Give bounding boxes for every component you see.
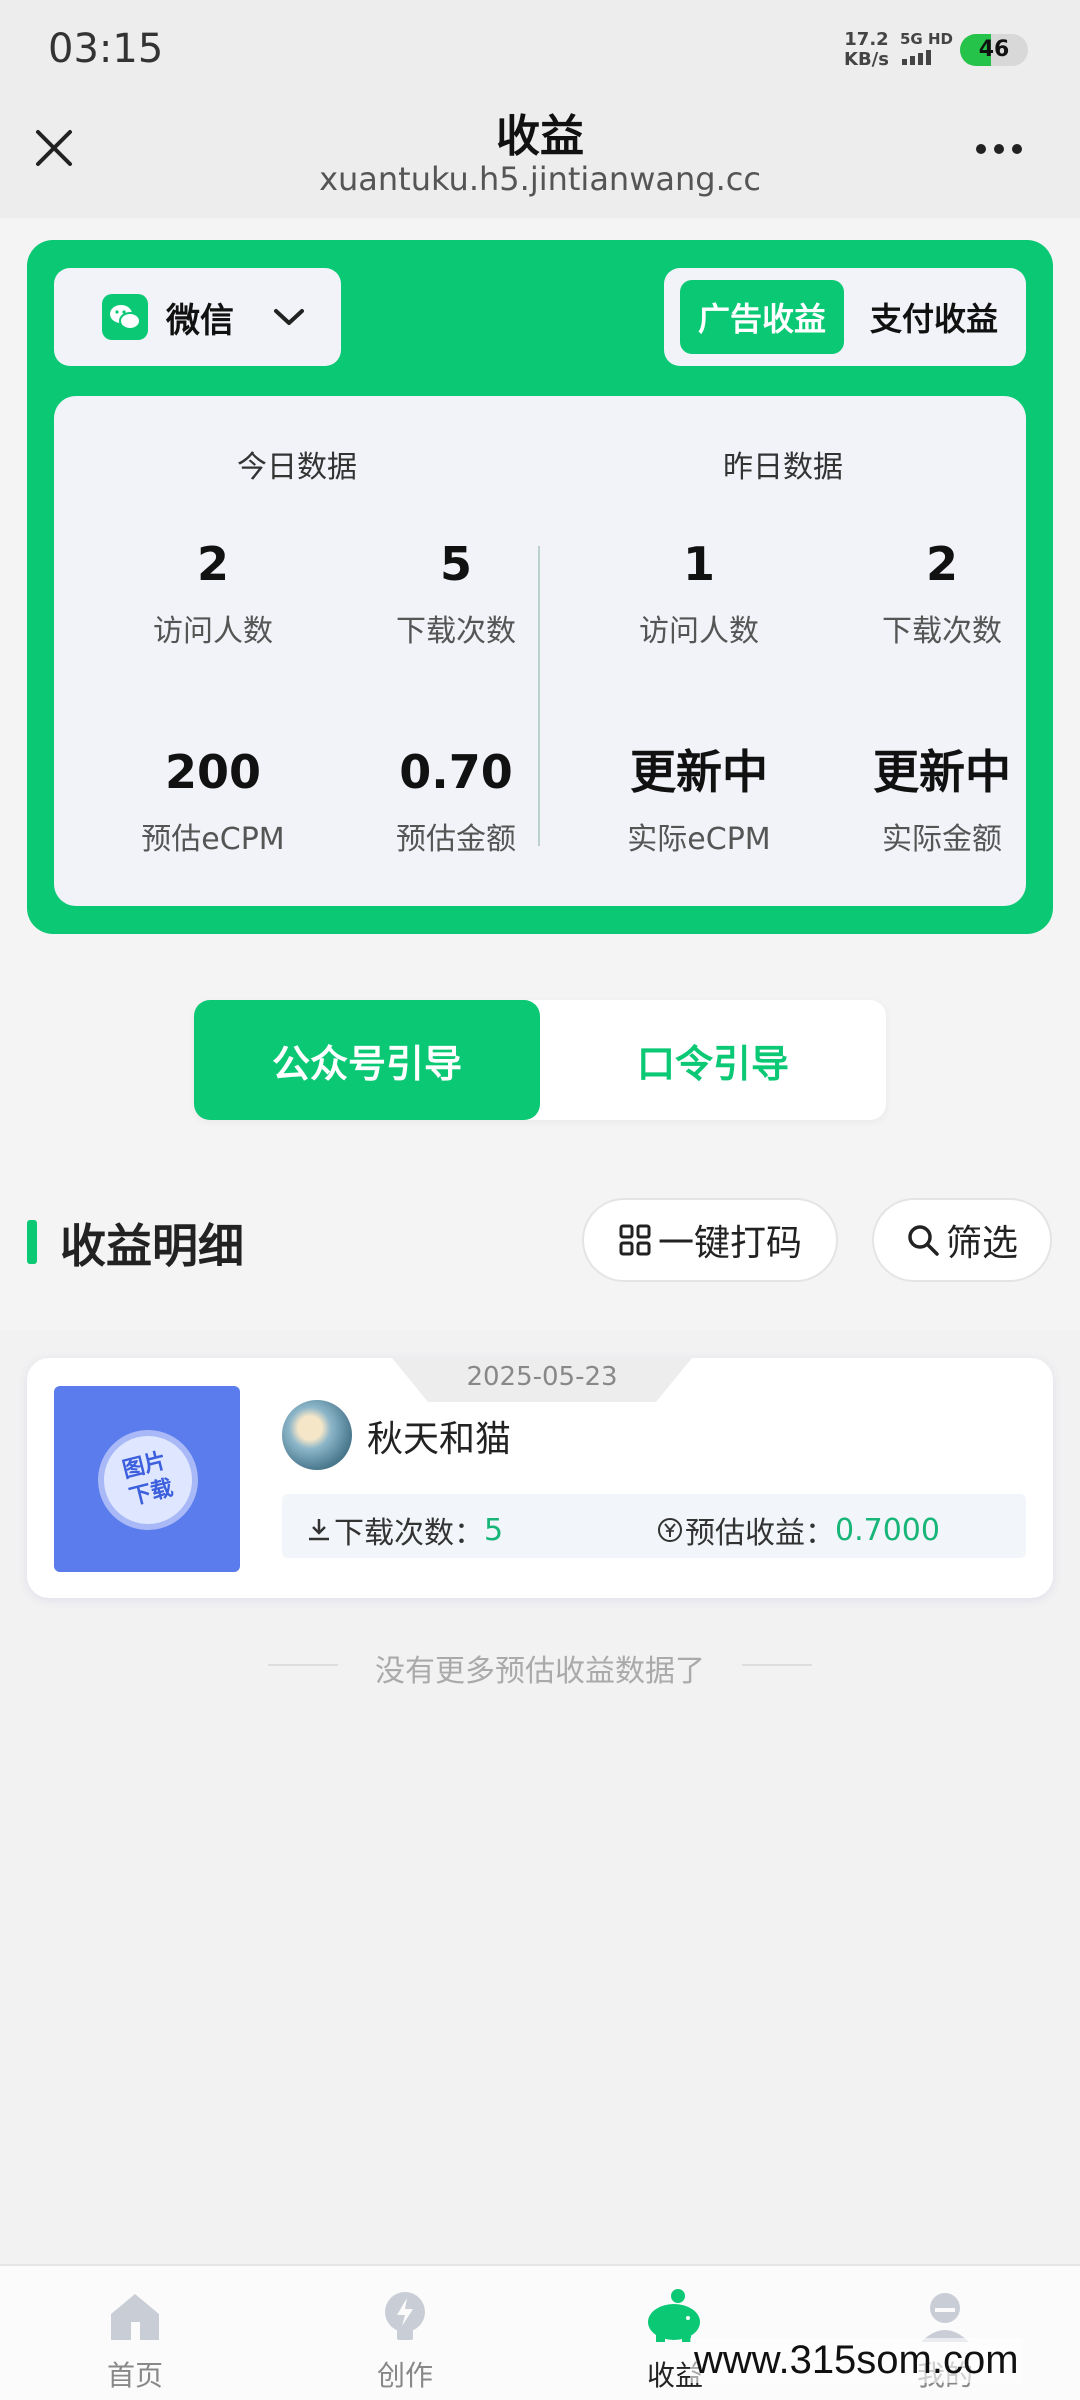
record-date: 2025-05-23: [466, 1362, 618, 1392]
page-header: 收益 xuantuku.h5.jintianwang.cc: [0, 100, 1080, 218]
yuan-icon: [658, 1518, 682, 1542]
status-time: 03:15: [48, 26, 164, 72]
yesterday-title: 昨日数据: [723, 450, 843, 485]
one-click-code-label: 一键打码: [657, 1223, 802, 1264]
page-url: xuantuku.h5.jintianwang.cc: [319, 160, 761, 198]
estimated-income: 预估收益： 0.7000: [655, 1508, 940, 1552]
page-title: 收益: [496, 111, 584, 162]
section-title: 收益明细: [60, 1219, 244, 1273]
search-icon: [908, 1225, 939, 1256]
today-ecpm: 200 预估eCPM: [141, 745, 285, 857]
grid-icon: [619, 1224, 651, 1256]
stats-panel: 微信 广告收益 支付收益 今日数据 昨日数据 2 访问人数 5 下载次数 1 访…: [27, 240, 1053, 934]
wechat-icon: [102, 294, 148, 340]
signal-bars-icon: [902, 50, 931, 65]
today-amount: 0.70 预估金额: [396, 745, 516, 857]
yesterday-downloads: 2 下载次数: [882, 537, 1002, 649]
platform-dropdown[interactable]: 微信: [54, 268, 341, 366]
watermark-text: www.315som.com: [690, 2338, 1023, 2383]
today-title: 今日数据: [237, 450, 357, 485]
bulb-icon: [385, 2292, 425, 2340]
piggy-bank-icon: [648, 2289, 700, 2342]
nav-home[interactable]: 首页: [75, 2288, 195, 2394]
image-download-badge: 图片 下载: [87, 1419, 209, 1541]
tab-password-guide[interactable]: 口令引导: [540, 1000, 886, 1120]
chevron-down-icon: [274, 309, 304, 325]
download-icon: [309, 1519, 329, 1541]
network-speed: 17.2 KB/s: [844, 29, 889, 70]
section-accent-bar: [27, 1220, 37, 1264]
battery-icon: 46: [960, 34, 1028, 66]
user-icon: [921, 2293, 969, 2342]
more-icon[interactable]: [976, 144, 1022, 154]
battery-level: 46: [978, 37, 1010, 62]
yesterday-visitors: 1 访问人数: [639, 537, 759, 649]
tab-official-account-guide[interactable]: 公众号引导: [194, 1000, 540, 1120]
no-more-text: 没有更多预估收益数据了: [375, 1654, 705, 1689]
stats-card: 今日数据 昨日数据 2 访问人数 5 下载次数 1 访问人数 2 下载次数 20…: [54, 396, 1026, 906]
today-visitors: 2 访问人数: [153, 537, 273, 649]
record-name: 秋天和猫: [367, 1419, 512, 1460]
tab-pay-income[interactable]: 支付收益: [854, 280, 1014, 354]
download-count: 下载次数： 5: [304, 1508, 503, 1552]
filter-label: 筛选: [945, 1223, 1018, 1264]
avatar: [282, 1400, 352, 1470]
yesterday-ecpm: 更新中 实际eCPM: [627, 745, 771, 857]
tab-ad-income[interactable]: 广告收益: [680, 280, 844, 354]
one-click-code-button[interactable]: 一键打码: [582, 1198, 838, 1282]
no-more-line-right: [742, 1664, 812, 1666]
platform-label: 微信: [166, 300, 234, 341]
guide-toggle: 公众号引导 口令引导: [194, 1000, 886, 1120]
filter-button[interactable]: 筛选: [872, 1198, 1052, 1282]
nav-create[interactable]: 创作: [345, 2288, 465, 2394]
home-icon: [111, 2294, 159, 2340]
record-thumbnail: 图片 下载: [54, 1386, 240, 1572]
income-record-card[interactable]: 2025-05-23 图片 下载 秋天和猫 下载次数： 5 预估收益： 0.70…: [27, 1358, 1053, 1598]
income-type-tabs: 广告收益 支付收益: [664, 268, 1026, 366]
record-meta: 下载次数： 5 预估收益： 0.7000: [282, 1494, 1026, 1558]
signal-label: 5G HD: [900, 30, 953, 48]
yesterday-amount: 更新中 实际金额: [873, 745, 1011, 857]
today-downloads: 5 下载次数: [396, 537, 516, 649]
status-bar: 03:15 17.2 KB/s 5G HD 46: [0, 0, 1080, 100]
